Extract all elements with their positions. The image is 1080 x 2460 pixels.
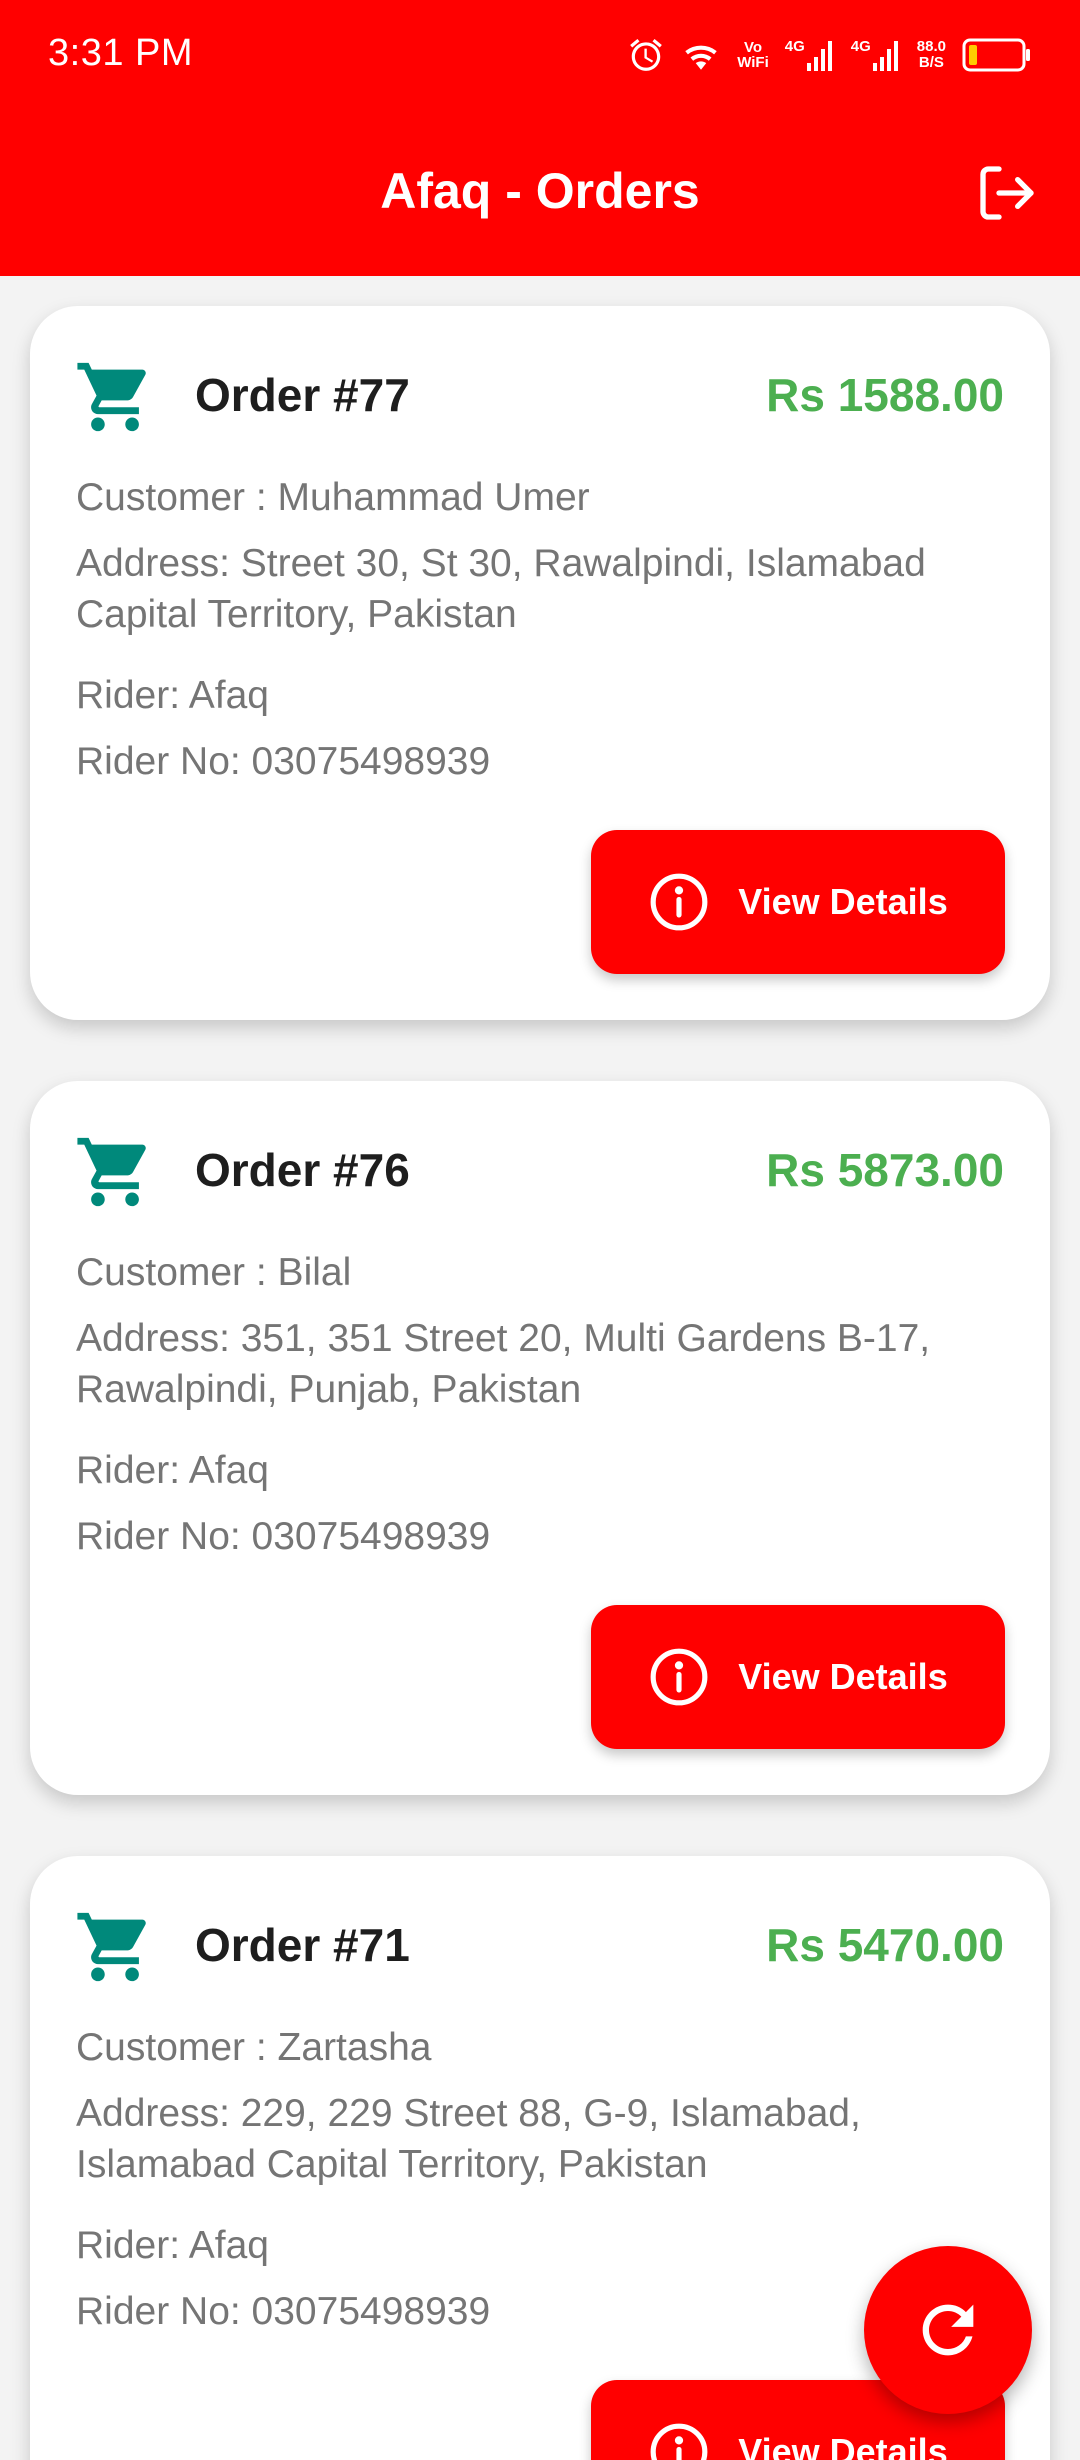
view-details-button[interactable]: View Details [591, 1605, 1005, 1749]
order-customer: Customer : Bilal [76, 1251, 352, 1294]
order-customer: Customer : Muhammad Umer [76, 476, 590, 519]
signal-4g-icon: 4G [785, 39, 835, 71]
order-customer: Customer : Zartasha [76, 2026, 432, 2069]
network-speed: 88.0 B/S [917, 39, 946, 71]
refresh-button[interactable] [864, 2246, 1032, 2414]
view-details-label: View Details [738, 881, 948, 922]
order-rider-number: Rider No: 03075498939 [76, 1515, 491, 1558]
page-title: Afaq - Orders [380, 163, 700, 219]
logout-icon [980, 166, 1034, 220]
cart-icon [77, 362, 146, 432]
status-bar: 3:31 PM Vo WiFi 4G 4G 88.0 B/S [0, 0, 1080, 110]
orders-list[interactable]: Order #77 Rs 1588.00 Customer : Muhammad… [0, 276, 1080, 2460]
vowifi-top-label: Vo [743, 39, 763, 56]
order-amount: Rs 1588.00 [766, 369, 1004, 421]
order-amount: Rs 5873.00 [766, 1144, 1004, 1196]
logout-button[interactable] [972, 158, 1042, 228]
order-address: Address: 229, 229 Street 88, G-9, Islama… [76, 2092, 861, 2186]
order-number: Order #77 [195, 369, 410, 421]
order-rider-number: Rider No: 03075498939 [76, 740, 491, 783]
order-rider: Rider: Afaq [76, 2224, 269, 2267]
wifi-icon [685, 45, 717, 70]
network-speed-value: 88.0 [916, 38, 946, 55]
cart-icon [77, 1137, 146, 1207]
info-icon [650, 873, 708, 931]
order-address: Address: 351, 351 Street 20, Multi Garde… [76, 1317, 931, 1411]
order-number: Order #76 [195, 1144, 410, 1196]
view-details-label: View Details [738, 2431, 948, 2460]
info-icon [650, 2423, 708, 2460]
refresh-icon [922, 2304, 974, 2356]
vowifi-bottom-label: WiFi [737, 54, 769, 71]
order-amount: Rs 5470.00 [766, 1919, 1004, 1971]
network-speed-unit: B/S [918, 54, 944, 71]
network-type-label: 4G [850, 38, 871, 55]
cart-icon [77, 1912, 146, 1982]
info-icon [650, 1648, 708, 1706]
order-rider: Rider: Afaq [76, 1449, 269, 1492]
status-icons: Vo WiFi 4G 4G 88.0 B/S [627, 30, 1032, 80]
alarm-icon [630, 38, 663, 71]
network-type-label: 4G [784, 38, 805, 55]
order-card[interactable]: Order #77 Rs 1588.00 Customer : Muhammad… [30, 306, 1050, 1020]
view-details-label: View Details [738, 1656, 948, 1697]
order-rider: Rider: Afaq [76, 674, 269, 717]
battery-icon [962, 38, 1030, 72]
app-bar: Afaq - Orders [0, 110, 1080, 276]
status-time: 3:31 PM [48, 32, 194, 74]
order-card[interactable]: Order #76 Rs 5873.00 Customer : Bilal Ad… [30, 1081, 1050, 1795]
vowifi-icon: Vo WiFi [737, 40, 769, 70]
order-number: Order #71 [195, 1919, 410, 1971]
view-details-button[interactable]: View Details [591, 830, 1005, 974]
signal-4g-icon: 4G [851, 39, 901, 71]
order-address: Address: Street 30, St 30, Rawalpindi, I… [76, 542, 926, 636]
order-rider-number: Rider No: 03075498939 [76, 2290, 491, 2333]
